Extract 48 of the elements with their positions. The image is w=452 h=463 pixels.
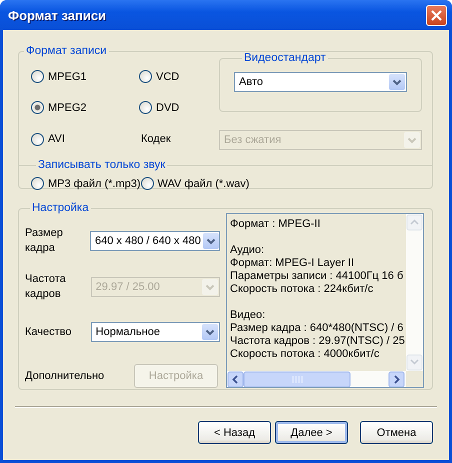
dialog-button[interactable]: Далее > <box>275 421 348 444</box>
chevron-down-icon <box>202 324 218 340</box>
field-label: Частота кадров <box>25 272 67 302</box>
radio-label[interactable]: MP3 файл (*.mp3) <box>48 178 141 190</box>
group-title: Записывать только звук <box>37 159 166 171</box>
radio-button[interactable] <box>31 132 44 146</box>
group-title: Настройка <box>31 202 90 214</box>
radio-button[interactable] <box>140 177 154 190</box>
radio-label[interactable]: MPEG2 <box>48 102 87 114</box>
close-icon <box>430 8 443 22</box>
close-button[interactable] <box>426 4 447 26</box>
radio-button[interactable] <box>31 70 44 83</box>
chevron-down-icon <box>202 278 218 294</box>
radio-label[interactable]: DVD <box>156 102 180 114</box>
info-line: Видео: <box>230 309 266 322</box>
field-label: Размер кадра <box>25 226 64 256</box>
group-title: Формат записи <box>25 45 108 57</box>
radio-button[interactable] <box>31 101 44 114</box>
window-title: Формат записи <box>8 8 106 22</box>
info-line: Параметры записи : 44100Гц 16 б <box>230 270 404 283</box>
info-line: Частота кадров : 29.97(NTSC) / 25 <box>230 335 406 348</box>
horizontal-scrollbar[interactable] <box>227 371 406 387</box>
group-title: Видеостандарт <box>243 52 327 64</box>
radio-label[interactable]: WAV файл (*.wav) <box>158 178 250 190</box>
field-label: Дополнительно <box>25 368 106 384</box>
vertical-scrollbar[interactable] <box>406 214 423 371</box>
chevron-down-icon <box>389 74 405 90</box>
radio-label[interactable]: VCD <box>156 70 180 82</box>
dialog-button[interactable]: < Назад <box>198 421 271 444</box>
info-line: Формат : MPEG-II <box>230 218 322 231</box>
info-line: Скорость потока : 4000кбит/с <box>230 348 380 361</box>
info-line: Аудио: <box>230 244 266 257</box>
field-label: Качество <box>25 324 73 340</box>
dialog-button[interactable]: Отмена <box>360 421 433 444</box>
chevron-down-icon <box>404 132 420 148</box>
radio-button[interactable] <box>139 70 152 83</box>
settings-dropdown[interactable]: Нормальное <box>90 322 220 342</box>
codec-label: Кодек <box>141 133 171 145</box>
radio-button[interactable] <box>139 101 152 114</box>
video-standard-dropdown[interactable]: Авто <box>234 72 407 92</box>
info-line: Скорость потока : 224кбит/с <box>230 283 374 296</box>
radio-button[interactable] <box>31 177 44 190</box>
info-line: Размер кадра : 640*480(NTSC) / 6 <box>230 322 404 335</box>
radio-label[interactable]: MPEG1 <box>48 70 87 82</box>
chevron-down-icon <box>202 233 219 249</box>
settings-dropdown[interactable]: 640 x 480 / 640 x 480 <box>90 231 220 251</box>
info-line: Формат: MPEG-I Layer II <box>230 257 356 270</box>
radio-label[interactable]: AVI <box>48 133 65 145</box>
